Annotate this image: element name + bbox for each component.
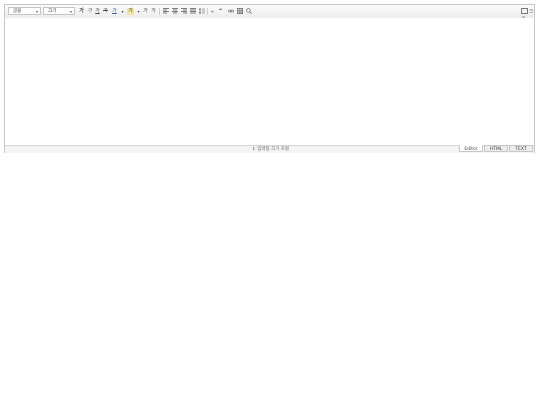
- toolbar-divider: [207, 8, 208, 15]
- text-color-button[interactable]: 가: [111, 8, 118, 15]
- editor-toolbar: 글꼴 ▾ 크기 ▾ 가 가 가 가 가 ▾ 가 ▾ 가 가 ✂ ❝ 크: [5, 5, 534, 22]
- chevron-down-icon[interactable]: ▾: [135, 8, 142, 15]
- underline-button[interactable]: 가: [94, 8, 101, 15]
- tab-text[interactable]: TEXT: [509, 145, 533, 152]
- rich-text-editor: 글꼴 ▾ 크기 ▾ 가 가 가 가 가 ▾ 가 ▾ 가 가 ✂ ❝ 크 ↕ 입력…: [4, 4, 535, 153]
- align-left-icon[interactable]: [162, 8, 169, 15]
- strikethrough-button[interactable]: 가: [102, 8, 109, 15]
- font-family-select[interactable]: 글꼴 ▾: [8, 7, 41, 15]
- font-size-value: 크기: [48, 9, 57, 14]
- subscript-button[interactable]: 가: [150, 8, 157, 15]
- line-height-icon[interactable]: [198, 8, 205, 15]
- link-icon[interactable]: [227, 8, 234, 15]
- search-icon[interactable]: [245, 8, 252, 15]
- font-family-value: 글꼴: [13, 9, 22, 14]
- toolbar-divider: [159, 8, 160, 15]
- font-size-select[interactable]: 크기 ▾: [43, 7, 75, 15]
- highlight-button[interactable]: 가: [127, 8, 134, 15]
- fullscreen-icon: [521, 8, 528, 14]
- chevron-down-icon: ▾: [69, 9, 72, 14]
- superscript-button[interactable]: 가: [142, 8, 149, 15]
- italic-button[interactable]: 가: [86, 8, 93, 15]
- chevron-down-icon[interactable]: ▾: [119, 8, 126, 15]
- align-right-icon[interactable]: [180, 8, 187, 15]
- editor-content-area[interactable]: [5, 18, 534, 145]
- editor-status-bar: ↕ 입력창 크기 조절 Editor HTML TEXT: [5, 145, 534, 153]
- tab-editor[interactable]: Editor: [459, 145, 483, 152]
- tab-html[interactable]: HTML: [484, 145, 508, 152]
- scissors-icon[interactable]: ✂: [209, 8, 216, 15]
- align-justify-icon[interactable]: [189, 8, 196, 15]
- align-center-icon[interactable]: [171, 8, 178, 15]
- fullscreen-button[interactable]: 크게: [521, 8, 534, 22]
- bold-button[interactable]: 가: [78, 8, 85, 15]
- table-icon[interactable]: [236, 8, 243, 15]
- quote-icon[interactable]: ❝: [217, 8, 224, 15]
- chevron-down-icon: ▾: [35, 9, 38, 14]
- resize-handle[interactable]: ↕ 입력창 크기 조절: [252, 147, 289, 153]
